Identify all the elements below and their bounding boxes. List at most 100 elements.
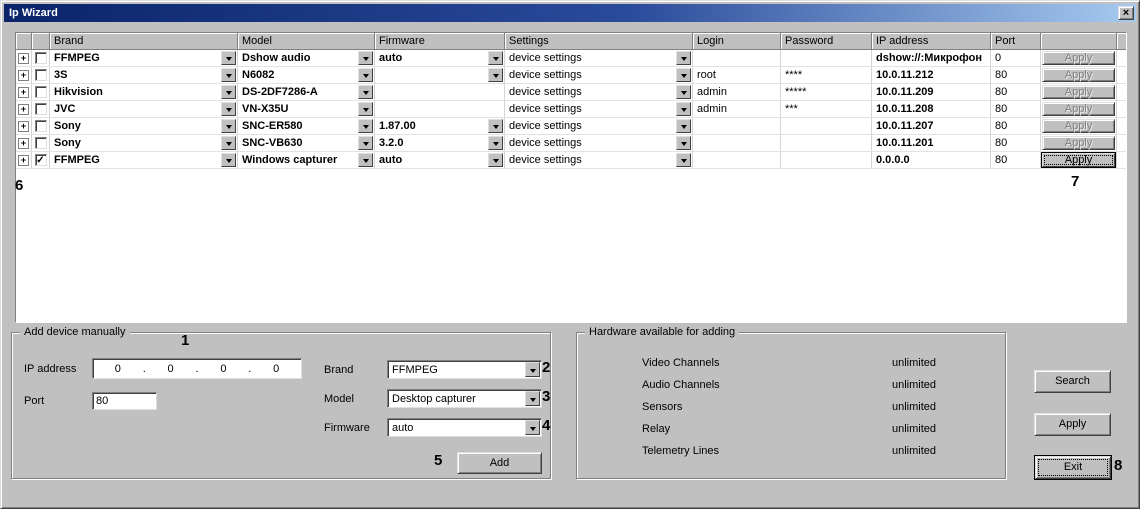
- model-dropdown-button[interactable]: [358, 153, 373, 167]
- settings-dropdown-button[interactable]: [676, 85, 691, 99]
- password-cell[interactable]: ***: [781, 101, 872, 117]
- settings-dropdown-button[interactable]: [676, 51, 691, 65]
- ip-address-cell: 0.0.0.0: [872, 152, 991, 168]
- port-cell[interactable]: 80: [991, 67, 1041, 83]
- port-cell[interactable]: 80: [991, 135, 1041, 151]
- chevron-down-icon: [362, 74, 369, 78]
- firmware-dropdown-button[interactable]: [488, 136, 503, 150]
- row-checkbox[interactable]: [34, 69, 47, 81]
- expand-icon[interactable]: +: [18, 138, 29, 149]
- password-cell[interactable]: [781, 118, 872, 134]
- password-cell[interactable]: [781, 135, 872, 151]
- apply-button[interactable]: Apply: [1034, 413, 1111, 436]
- settings-dropdown-button[interactable]: [676, 153, 691, 167]
- login-cell[interactable]: [693, 118, 781, 134]
- firmware-cell: 1.87.00: [375, 118, 505, 134]
- row-apply-button[interactable]: Apply: [1042, 136, 1115, 150]
- expand-icon[interactable]: +: [18, 53, 29, 64]
- port-cell[interactable]: 80: [991, 118, 1041, 134]
- model-select-dropdown-button[interactable]: [525, 391, 540, 406]
- row-apply-button[interactable]: Apply: [1042, 51, 1115, 65]
- brand-dropdown-button[interactable]: [221, 85, 236, 99]
- settings-dropdown-button[interactable]: [676, 119, 691, 133]
- model-cell: VN-X35U: [238, 101, 375, 117]
- port-cell[interactable]: 0: [991, 50, 1041, 66]
- row-checkbox[interactable]: [34, 120, 47, 132]
- login-cell[interactable]: [693, 135, 781, 151]
- expand-icon[interactable]: +: [18, 121, 29, 132]
- model-select-value: Desktop capturer: [392, 393, 476, 405]
- ip-octet-3[interactable]: 0: [199, 363, 249, 375]
- settings-dropdown-button[interactable]: [676, 136, 691, 150]
- add-button[interactable]: Add: [457, 452, 542, 474]
- model-dropdown-button[interactable]: [358, 102, 373, 116]
- ip-address-value: 10.0.11.201: [876, 137, 934, 149]
- settings-dropdown-button[interactable]: [676, 102, 691, 116]
- firmware-dropdown-button[interactable]: [488, 68, 503, 82]
- ip-address-input[interactable]: 0 . 0 . 0 . 0: [92, 358, 302, 379]
- exit-button[interactable]: Exit: [1035, 456, 1111, 479]
- login-cell[interactable]: admin: [693, 84, 781, 100]
- brand-dropdown-button[interactable]: [221, 102, 236, 116]
- close-button[interactable]: ×: [1118, 6, 1134, 20]
- row-checkbox[interactable]: [34, 86, 47, 98]
- model-select[interactable]: Desktop capturer: [387, 389, 542, 408]
- brand-cell: FFMPEG: [50, 152, 238, 168]
- firmware-select-dropdown-button[interactable]: [525, 420, 540, 435]
- login-cell[interactable]: root: [693, 67, 781, 83]
- row-apply-button[interactable]: Apply: [1042, 68, 1115, 82]
- brand-select[interactable]: FFMPEG: [387, 360, 542, 379]
- port-input[interactable]: 80: [92, 392, 157, 410]
- firmware-dropdown-button[interactable]: [488, 51, 503, 65]
- firmware-dropdown-button[interactable]: [488, 119, 503, 133]
- chevron-down-icon: [680, 142, 687, 146]
- login-cell[interactable]: admin: [693, 101, 781, 117]
- apply-cell: Apply: [1041, 152, 1117, 168]
- expand-icon[interactable]: +: [18, 104, 29, 115]
- brand-dropdown-button[interactable]: [221, 136, 236, 150]
- brand-dropdown-button[interactable]: [221, 51, 236, 65]
- search-button[interactable]: Search: [1034, 370, 1111, 393]
- row-apply-button[interactable]: Apply: [1042, 102, 1115, 116]
- expand-icon[interactable]: +: [18, 70, 29, 81]
- expand-icon[interactable]: +: [18, 87, 29, 98]
- password-cell[interactable]: ****: [781, 67, 872, 83]
- login-cell[interactable]: [693, 50, 781, 66]
- login-cell[interactable]: [693, 152, 781, 168]
- firmware-select[interactable]: auto: [387, 418, 542, 437]
- row-checkbox[interactable]: ✓: [34, 154, 47, 166]
- password-cell[interactable]: [781, 50, 872, 66]
- settings-dropdown-button[interactable]: [676, 68, 691, 82]
- row-apply-button[interactable]: Apply: [1042, 85, 1115, 99]
- brand-dropdown-button[interactable]: [221, 68, 236, 82]
- model-dropdown-button[interactable]: [358, 51, 373, 65]
- ip-octet-4[interactable]: 0: [251, 363, 301, 375]
- expand-icon[interactable]: +: [18, 155, 29, 166]
- model-dropdown-button[interactable]: [358, 68, 373, 82]
- model-dropdown-button[interactable]: [358, 136, 373, 150]
- password-cell[interactable]: *****: [781, 84, 872, 100]
- ip-octet-1[interactable]: 0: [93, 363, 143, 375]
- callout-1: 1: [181, 332, 190, 349]
- firmware-dropdown-button[interactable]: [488, 153, 503, 167]
- table-header: Brand Model Firmware Settings Login Pass…: [16, 33, 1126, 50]
- model-label: Model: [324, 393, 354, 405]
- ip-address-cell: dshow://:Микрофон: [872, 50, 991, 66]
- row-checkbox[interactable]: [34, 52, 47, 64]
- brand-select-dropdown-button[interactable]: [525, 362, 540, 377]
- row-checkbox[interactable]: [34, 103, 47, 115]
- header-brand: Brand: [50, 33, 238, 50]
- model-dropdown-button[interactable]: [358, 119, 373, 133]
- brand-dropdown-button[interactable]: [221, 119, 236, 133]
- row-apply-button[interactable]: Apply: [1042, 119, 1115, 133]
- row-apply-button[interactable]: Apply: [1042, 153, 1115, 167]
- brand-dropdown-button[interactable]: [221, 153, 236, 167]
- password-cell[interactable]: [781, 152, 872, 168]
- ip-octet-2[interactable]: 0: [146, 363, 196, 375]
- port-cell[interactable]: 80: [991, 101, 1041, 117]
- firmware-cell: [375, 84, 505, 100]
- row-checkbox[interactable]: [34, 137, 47, 149]
- port-cell[interactable]: 80: [991, 84, 1041, 100]
- port-cell[interactable]: 80: [991, 152, 1041, 168]
- model-dropdown-button[interactable]: [358, 85, 373, 99]
